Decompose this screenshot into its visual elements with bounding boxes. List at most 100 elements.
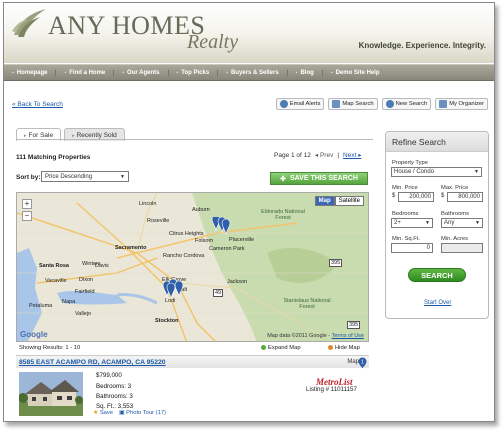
bathrooms-label: Bathrooms bbox=[441, 211, 470, 217]
map-town: Stockton bbox=[155, 318, 179, 324]
listing-bathrooms: Bathrooms: 3 bbox=[96, 393, 133, 400]
new-search-button[interactable]: New Search bbox=[381, 98, 432, 110]
min-price-label: Min. Price bbox=[392, 185, 418, 191]
bedrooms-select[interactable]: 2+ ▼ bbox=[391, 218, 433, 228]
nav-label: Top Picks bbox=[181, 69, 210, 76]
bathrooms-select[interactable]: Any ▼ bbox=[441, 218, 483, 228]
currency-symbol: $ bbox=[441, 193, 445, 199]
map-town: Jackson bbox=[227, 279, 248, 285]
map-town: Placerville bbox=[229, 237, 255, 243]
map-town: Petaluma bbox=[29, 303, 53, 309]
zoom-in-icon[interactable]: + bbox=[22, 199, 32, 209]
expand-map-label: Expand Map bbox=[268, 345, 301, 352]
listing-header: 8585 EAST ACAMPO RD, ACAMPO, CA 95220 Ma… bbox=[16, 355, 369, 369]
new-search-label: New Search bbox=[395, 101, 428, 107]
min-price-input[interactable]: 200,000 bbox=[398, 192, 434, 202]
nav-item-buyers-sellers[interactable]: ▪ Buyers & Sellers bbox=[218, 69, 288, 76]
bedrooms-label: Bedrooms bbox=[392, 211, 419, 217]
my-organizer-button[interactable]: My Organizer bbox=[435, 98, 488, 110]
email-alerts-button[interactable]: Email Alerts bbox=[275, 98, 325, 110]
map-town: Santa Rosa bbox=[39, 263, 69, 269]
map-town: Sacramento bbox=[115, 245, 147, 251]
hide-icon bbox=[328, 345, 333, 350]
nav-bullet-icon: ▪ bbox=[176, 69, 179, 76]
map-pin-cluster-icon[interactable] bbox=[159, 279, 187, 301]
save-listing-button[interactable]: ★ Save bbox=[93, 410, 113, 416]
map-zoom-controls: + − bbox=[22, 199, 34, 223]
zoom-out-icon[interactable]: − bbox=[22, 211, 32, 221]
prev-button[interactable]: ◂ Prev bbox=[315, 151, 333, 159]
logo-sub-text: Realty bbox=[187, 31, 239, 53]
min-sqft-input[interactable]: 0 bbox=[391, 243, 433, 253]
nav-bullet-icon: ▪ bbox=[295, 69, 298, 76]
results-bar: Showing Results: 1 - 10 Expand Map Hide … bbox=[16, 344, 369, 354]
min-acres-input[interactable] bbox=[441, 243, 483, 253]
map-icon bbox=[332, 100, 341, 108]
property-type-select[interactable]: House / Condo ▼ bbox=[391, 167, 482, 177]
start-over-link[interactable]: Start Over bbox=[424, 300, 451, 306]
map-town: Winters bbox=[82, 261, 101, 267]
logo-main-text[interactable]: ANY HOMES bbox=[48, 11, 205, 41]
pager-separator: | bbox=[337, 151, 340, 159]
sort-select[interactable]: Price Descending ▼ bbox=[41, 171, 129, 182]
back-to-search-link[interactable]: « Back To Search bbox=[12, 101, 63, 108]
map-town: Fairfield bbox=[75, 289, 95, 295]
property-type-label: Property Type bbox=[392, 160, 428, 166]
map-search-button[interactable]: Map Search bbox=[328, 98, 378, 110]
matching-count: 111 Matching Properties bbox=[16, 154, 91, 161]
showing-results: Showing Results: 1 - 10 bbox=[19, 345, 81, 351]
listing-sqft: Sq. Ft.: 3,553 bbox=[96, 403, 134, 410]
nav-bullet-icon: ▪ bbox=[12, 69, 14, 76]
nav-item-blog[interactable]: ▪ Blog bbox=[288, 69, 323, 76]
map-terms-link[interactable]: Terms of Use bbox=[332, 333, 364, 339]
property-type-value: House / Condo bbox=[394, 169, 435, 175]
back-to-search-label: Back To Search bbox=[17, 101, 63, 108]
map-town: Lincoln bbox=[139, 201, 157, 207]
next-button[interactable]: Next ▸ bbox=[343, 151, 361, 159]
results-map[interactable]: + − Lincoln Roseville Auburn Citrus Heig… bbox=[16, 192, 369, 342]
map-pin-number: 1 bbox=[361, 360, 364, 366]
max-price-input[interactable]: 800,000 bbox=[447, 192, 483, 202]
browser-page: ANY HOMES Realty Knowledge. Experience. … bbox=[3, 2, 495, 422]
search-button[interactable]: SEARCH bbox=[408, 268, 466, 282]
refine-search-title: Refine Search bbox=[386, 132, 488, 152]
search-icon bbox=[385, 100, 394, 108]
map-view-button[interactable]: Map bbox=[314, 196, 335, 206]
nav-item-homepage[interactable]: ▪ Homepage bbox=[4, 69, 57, 76]
photo-tour-label: Photo Tour (17) bbox=[126, 410, 166, 416]
listing-number: Listing # 11011157 bbox=[306, 386, 357, 393]
pager: Page 1 of 12 ◂ Prev | Next ▸ bbox=[274, 151, 361, 160]
save-search-button[interactable]: ✚ SAVE THIS SEARCH bbox=[270, 172, 368, 185]
nav-label: Buyers & Sellers bbox=[230, 69, 279, 76]
map-pin-icon[interactable]: 1 bbox=[358, 357, 367, 369]
tab-label: For Sale bbox=[28, 132, 54, 139]
plus-icon: ✚ bbox=[280, 175, 286, 183]
chevron-down-icon: ▼ bbox=[474, 169, 479, 175]
listing-price: $799,000 bbox=[96, 372, 122, 379]
expand-map-button[interactable]: Expand Map bbox=[261, 345, 301, 351]
map-pin-cluster-icon[interactable] bbox=[207, 217, 233, 237]
map-search-label: Map Search bbox=[342, 101, 374, 107]
hide-map-label: Hide Map bbox=[335, 345, 360, 352]
hide-map-button[interactable]: Hide Map bbox=[328, 345, 360, 351]
star-icon: ★ bbox=[93, 410, 100, 416]
save-listing-label: Save bbox=[99, 410, 114, 416]
listing-address-link[interactable]: 8585 EAST ACAMPO RD, ACAMPO, CA 95220 bbox=[19, 359, 166, 366]
satellite-view-button[interactable]: Satellite bbox=[334, 196, 364, 206]
map-canvas bbox=[17, 193, 368, 341]
nav-item-find-a-home[interactable]: ▪ Find a Home bbox=[56, 69, 115, 76]
bedrooms-value: 2+ bbox=[394, 220, 401, 226]
min-acres-label: Min. Acres bbox=[441, 236, 469, 242]
nav-item-our-agents[interactable]: ▪ Our Agents bbox=[114, 69, 169, 76]
nav-item-top-picks[interactable]: ▪ Top Picks bbox=[169, 69, 219, 76]
map-town: Auburn bbox=[192, 207, 210, 213]
nav-item-demo-site-help[interactable]: ▪ Demo Site Help bbox=[323, 70, 388, 76]
listing-photo[interactable] bbox=[19, 372, 83, 416]
map-forest-label: Eldorado National Forest bbox=[261, 209, 305, 221]
map-town: Rancho Cordova bbox=[163, 253, 205, 259]
listing-bedrooms: Bedrooms: 3 bbox=[96, 383, 132, 390]
chevron-down-icon: ▼ bbox=[120, 173, 125, 180]
photo-tour-button[interactable]: ▣ Photo Tour (17) bbox=[119, 410, 166, 416]
map-town: Napa bbox=[62, 299, 76, 305]
map-forest-label: Stanislaus National Forest bbox=[283, 298, 331, 310]
